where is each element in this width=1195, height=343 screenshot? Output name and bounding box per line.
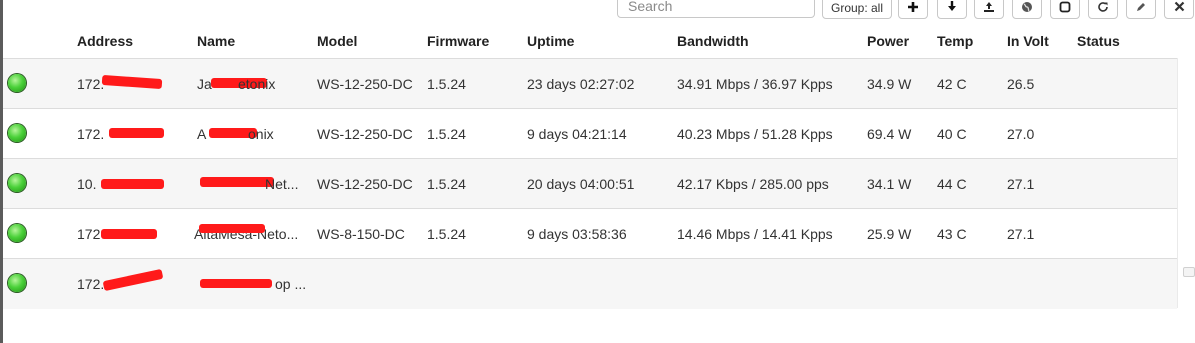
firmware-cell: 1.5.24 <box>427 76 466 92</box>
refresh-button[interactable] <box>1088 0 1118 19</box>
bandwidth-cell: 42.17 Kbps / 285.00 pps <box>677 176 829 192</box>
scrollbar-thumb[interactable] <box>1183 267 1195 277</box>
status-indicator <box>8 174 26 192</box>
address-cell: 172. <box>77 76 105 92</box>
temp-cell: 44 C <box>937 176 967 192</box>
close-icon <box>1174 1 1184 12</box>
bandwidth-cell: 34.91 Mbps / 36.97 Kpps <box>677 76 833 92</box>
address-cell: 172. <box>77 126 105 142</box>
name-cell: Ja <box>197 76 212 92</box>
firmware-cell: 1.5.24 <box>427 126 466 142</box>
column-header-status[interactable]: Status <box>1077 33 1120 49</box>
bandwidth-cell: 40.23 Mbps / 51.28 Kpps <box>677 126 833 142</box>
model-cell: WS-12-250-DC <box>317 126 413 142</box>
column-header-address[interactable]: Address <box>77 33 133 49</box>
group-filter-label: Group: all <box>830 0 884 15</box>
status-indicator <box>8 124 26 142</box>
redaction-mark <box>109 128 164 138</box>
redaction-mark <box>101 229 157 239</box>
power-cell: 25.9 W <box>867 226 912 242</box>
add-button[interactable] <box>898 0 928 19</box>
power-cell: 34.9 W <box>867 76 912 92</box>
search-box[interactable] <box>617 0 815 18</box>
name-suffix: Net... <box>265 176 299 192</box>
column-header-name[interactable]: Name <box>197 33 235 49</box>
column-header-temp[interactable]: Temp <box>937 33 973 49</box>
model-cell: WS-12-250-DC <box>317 176 413 192</box>
status-indicator <box>8 224 26 242</box>
uptime-cell: 23 days 02:27:02 <box>527 76 635 92</box>
upload-button[interactable] <box>974 0 1004 19</box>
firmware-cell: 1.5.24 <box>427 176 466 192</box>
globe-button[interactable] <box>1012 0 1042 19</box>
table-row[interactable]: 10. Net... WS-12-250-DC 1.5.24 20 days 0… <box>3 158 1177 209</box>
redaction-mark <box>101 179 164 189</box>
table-row[interactable]: 172. Ja etonix WS-12-250-DC 1.5.24 23 da… <box>3 58 1177 109</box>
in-volt-cell: 27.0 <box>1007 126 1035 142</box>
uptime-cell: 9 days 03:58:36 <box>527 226 627 242</box>
column-header-in-volt[interactable]: In Volt <box>1007 33 1049 49</box>
edit-button[interactable] <box>1126 0 1156 19</box>
status-indicator <box>8 74 26 92</box>
close-button[interactable] <box>1164 0 1194 19</box>
column-header-model[interactable]: Model <box>317 33 357 49</box>
name-suffix: onix <box>248 126 274 142</box>
status-indicator <box>8 274 26 292</box>
stop-button[interactable] <box>1050 0 1080 19</box>
temp-cell: 43 C <box>937 226 967 242</box>
refresh-icon <box>1098 1 1108 12</box>
in-volt-cell: 27.1 <box>1007 226 1035 242</box>
name-cell: A <box>197 126 207 142</box>
download-icon <box>948 1 956 11</box>
redaction-mark <box>101 74 163 90</box>
address-cell: 172 <box>77 226 101 242</box>
name-suffix: etonix <box>238 76 276 92</box>
group-filter-button[interactable]: Group: all <box>822 0 892 19</box>
pencil-icon <box>1137 2 1145 11</box>
plus-icon <box>908 1 918 12</box>
redaction-mark <box>200 279 272 288</box>
address-cell: 172. <box>77 276 105 292</box>
column-header-uptime[interactable]: Uptime <box>527 33 574 49</box>
search-input[interactable] <box>628 0 808 16</box>
upload-icon <box>984 2 994 12</box>
in-volt-cell: 26.5 <box>1007 76 1035 92</box>
temp-cell: 40 C <box>937 126 967 142</box>
temp-cell: 42 C <box>937 76 967 92</box>
redaction-mark <box>199 224 265 233</box>
column-header-firmware[interactable]: Firmware <box>427 33 489 49</box>
bandwidth-cell: 14.46 Mbps / 14.41 Kpps <box>677 226 833 242</box>
redaction-mark <box>200 177 274 187</box>
model-cell: WS-12-250-DC <box>317 76 413 92</box>
globe-icon <box>1022 1 1032 12</box>
column-header-power[interactable]: Power <box>867 33 909 49</box>
uptime-cell: 9 days 04:21:14 <box>527 126 627 142</box>
square-icon <box>1059 1 1071 12</box>
download-button[interactable] <box>937 0 967 19</box>
column-header-bandwidth[interactable]: Bandwidth <box>677 33 749 49</box>
in-volt-cell: 27.1 <box>1007 176 1035 192</box>
power-cell: 69.4 W <box>867 126 912 142</box>
address-cell: 10. <box>77 176 97 192</box>
firmware-cell: 1.5.24 <box>427 226 466 242</box>
table-row[interactable]: 172. A onix WS-12-250-DC 1.5.24 9 days 0… <box>3 108 1177 159</box>
table-row[interactable]: 172 AltaMesa-Neto... WS-8-150-DC 1.5.24 … <box>3 208 1177 259</box>
model-cell: WS-8-150-DC <box>317 226 405 242</box>
uptime-cell: 20 days 04:00:51 <box>527 176 635 192</box>
table-scrollbar[interactable] <box>1177 58 1195 308</box>
name-suffix: op ... <box>275 276 307 292</box>
table-row[interactable]: 172. op ... <box>3 258 1177 309</box>
redaction-mark <box>102 268 164 292</box>
toolbar: Group: all <box>0 0 1195 20</box>
table-header: Address Name Model Firmware Uptime Bandw… <box>3 28 1195 58</box>
power-cell: 34.1 W <box>867 176 912 192</box>
